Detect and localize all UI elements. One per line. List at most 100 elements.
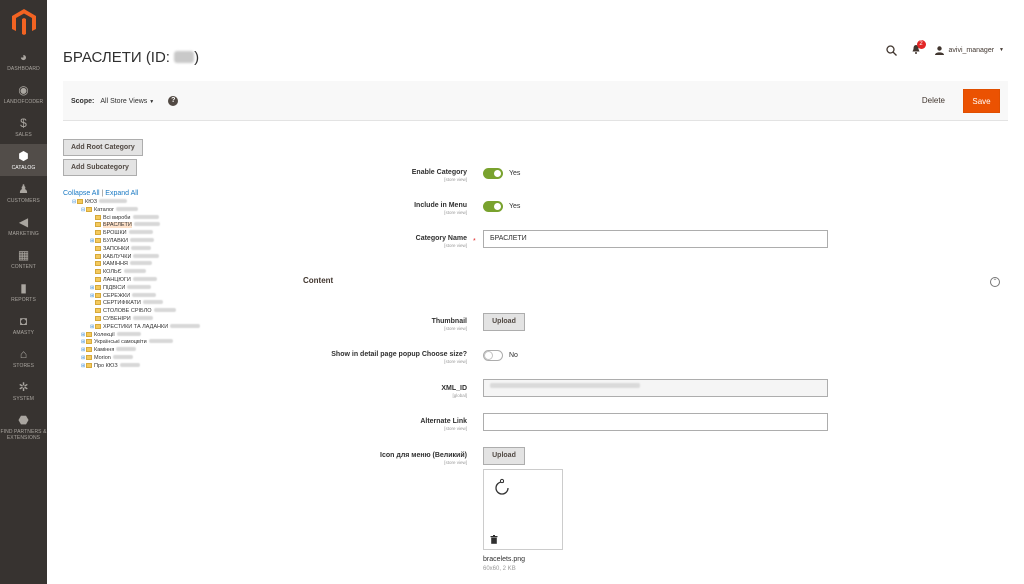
tree-node-label[interactable]: СЕРЕЖКИ	[103, 293, 130, 299]
tree-node-label[interactable]: КАБЛУЧКИ	[103, 254, 131, 260]
help-icon[interactable]: ?	[168, 96, 179, 106]
sidebar-item-system[interactable]: ✲ SYSTEM	[0, 375, 47, 407]
tree-node-label[interactable]: ЛАНЦЮГИ	[103, 277, 131, 283]
tree-node-label[interactable]: Українські самоцвіти	[94, 339, 147, 345]
tree-node[interactable]: КАМІННЯ	[72, 261, 200, 269]
tree-node[interactable]: ⊞ ХРЕСТИКИ ТА ЛАДАНКИ	[72, 323, 201, 332]
category-name-input[interactable]: БРАСЛЕТИ	[483, 230, 828, 248]
tree-node[interactable]: КОЛЬЄ	[72, 269, 200, 277]
tree-node-label[interactable]: ХРЕСТИКИ ТА ЛАДАНКИ	[103, 324, 168, 330]
collapse-all-link[interactable]: Collapse All	[63, 190, 100, 197]
choose-size-toggle[interactable]	[483, 350, 503, 361]
tree-node-label[interactable]: СТОЛОВЕ СРІБЛО	[103, 308, 152, 314]
tree-node[interactable]: ⊞ ПІДВІСИ	[72, 284, 200, 293]
tree-links: Collapse All | Expand All	[63, 190, 139, 197]
alternate-link-input[interactable]	[483, 413, 828, 431]
tree-node-label[interactable]: КЮЗ	[85, 199, 97, 205]
folder-icon	[86, 331, 92, 337]
add-subcategory-button[interactable]: Add Subcategory	[63, 159, 137, 176]
tree-node[interactable]: ⊞ Про КЮЗ	[72, 362, 200, 371]
sidebar-item-customers[interactable]: ♟ CUSTOMERS	[0, 177, 47, 209]
tree-node[interactable]: БРАСЛЕТИ	[72, 222, 200, 230]
sidebar-item-catalog[interactable]: ⬢ CATALOG	[0, 144, 47, 176]
tree-node-label[interactable]: Morion	[94, 355, 111, 361]
sidebar-item-sales[interactable]: $ SALES	[0, 111, 47, 143]
tree-node-label[interactable]: Каталог	[94, 207, 114, 213]
sidebar-item-landofcoder[interactable]: ◉ LANDOFCODER	[0, 78, 47, 110]
tree-node[interactable]: СЕРТИФІКАТИ	[72, 300, 200, 308]
scope-dropdown[interactable]: All Store Views ▼	[100, 98, 154, 105]
tree-node-label[interactable]: Про КЮЗ	[94, 363, 118, 369]
delete-button[interactable]: Delete	[922, 96, 945, 105]
tree-node[interactable]: ⊞ Колекції	[72, 331, 200, 340]
folder-icon	[95, 323, 101, 329]
tree-node-label[interactable]: ПІДВІСИ	[103, 285, 125, 291]
user-menu[interactable]: avivi_manager ▼	[934, 45, 1004, 55]
expand-all-link[interactable]: Expand All	[105, 190, 138, 197]
sidebar-item-content[interactable]: ▦ CONTENT	[0, 243, 47, 275]
sidebar-item-dashboard[interactable]: ◕ DASHBOARD	[0, 45, 47, 77]
magento-logo-icon[interactable]	[12, 9, 36, 35]
folder-icon	[95, 292, 101, 298]
include-in-menu-toggle[interactable]	[483, 201, 503, 212]
tree-node-label[interactable]: БРОШКИ	[103, 230, 127, 236]
bracelet-image	[495, 478, 509, 495]
save-button[interactable]: Save	[963, 89, 1000, 113]
tree-node[interactable]: ⊞ БУЛАВКИ	[72, 237, 200, 246]
tree-node[interactable]: СТОЛОВЕ СРІБЛО	[72, 308, 200, 316]
sidebar-item-label: CATALOG	[11, 165, 36, 171]
trash-icon[interactable]	[490, 535, 498, 544]
amasty-icon: ◘	[19, 314, 28, 328]
thumbnail-label: Thumbnail [store view]	[431, 318, 467, 331]
icon-menu-upload-button[interactable]: Upload	[483, 447, 525, 465]
tree-node-label[interactable]: Колекції	[94, 332, 115, 338]
tree-node-count-redacted	[153, 308, 176, 313]
scope-switcher: Scope: All Store Views ▼ ?	[71, 96, 179, 106]
tree-node[interactable]: ЗАПОНКИ	[72, 245, 200, 254]
tree-node[interactable]: КАБЛУЧКИ	[72, 253, 200, 262]
folder-icon	[95, 237, 101, 243]
username: avivi_manager	[948, 46, 995, 54]
tree-node-label[interactable]: Каміння	[94, 347, 114, 353]
tree-node-label[interactable]: Всі вироби	[103, 215, 131, 221]
user-icon	[934, 45, 944, 55]
tree-node-label[interactable]: СЕРТИФІКАТИ	[103, 300, 141, 306]
sidebar-item-marketing[interactable]: ◀ MARKETING	[0, 210, 47, 242]
tree-node[interactable]: ⊟ Каталог	[72, 206, 200, 215]
tree-node[interactable]: ⊟ КЮЗ	[72, 199, 200, 207]
sidebar-item-reports[interactable]: ▮ REPORTS	[0, 276, 47, 308]
tree-node-count-redacted	[99, 199, 128, 203]
search-icon[interactable]	[885, 44, 897, 56]
tree-node[interactable]: ⊞ Каміння	[72, 347, 200, 355]
notifications-bell-icon[interactable]: 2	[911, 39, 926, 57]
tree-node[interactable]: ⊞ Українські самоцвіти	[72, 339, 200, 347]
tree-node-label[interactable]: КАМІННЯ	[103, 261, 128, 267]
tree-node[interactable]: СУВЕНІРИ	[72, 315, 200, 324]
sidebar-item-amasty[interactable]: ◘ AMASTY	[0, 309, 47, 341]
tree-node[interactable]: ⊞ Morion	[72, 354, 200, 363]
tree-node-label[interactable]: ЗАПОНКИ	[103, 246, 129, 252]
folder-icon	[95, 276, 101, 282]
page-actions-toolbar: Scope: All Store Views ▼ ? Delete Save	[63, 81, 1008, 121]
content-section-title[interactable]: Content	[303, 276, 333, 285]
tree-node-label[interactable]: КОЛЬЄ	[103, 269, 122, 275]
sidebar-item-find-partners-extensions[interactable]: ⬣ FIND PARTNERS & EXTENSIONS	[0, 408, 47, 448]
thumbnail-upload-button[interactable]: Upload	[483, 313, 525, 331]
category-name-label: Category Name [store view]	[415, 235, 467, 248]
tree-node-label[interactable]: СУВЕНІРИ	[103, 316, 131, 322]
uploaded-image-preview[interactable]	[483, 469, 563, 550]
collapse-section-icon[interactable]: ⌃	[990, 277, 1000, 287]
tree-node[interactable]: Всі вироби	[72, 214, 200, 223]
tree-node[interactable]: ⊞ СЕРЕЖКИ	[72, 292, 200, 301]
tree-node[interactable]: БРОШКИ	[72, 230, 200, 238]
enable-category-toggle[interactable]	[483, 168, 503, 179]
folder-icon	[95, 308, 101, 314]
add-root-category-button[interactable]: Add Root Category	[63, 139, 143, 156]
xml-id-input[interactable]	[483, 379, 828, 397]
folder-icon	[86, 362, 92, 368]
dashboard-icon: ◕	[19, 50, 28, 64]
sidebar-item-stores[interactable]: ⌂ STORES	[0, 342, 47, 374]
tree-node-label[interactable]: БРАСЛЕТИ	[103, 222, 132, 229]
tree-node[interactable]: ЛАНЦЮГИ	[72, 276, 200, 285]
tree-node-label[interactable]: БУЛАВКИ	[103, 238, 128, 244]
